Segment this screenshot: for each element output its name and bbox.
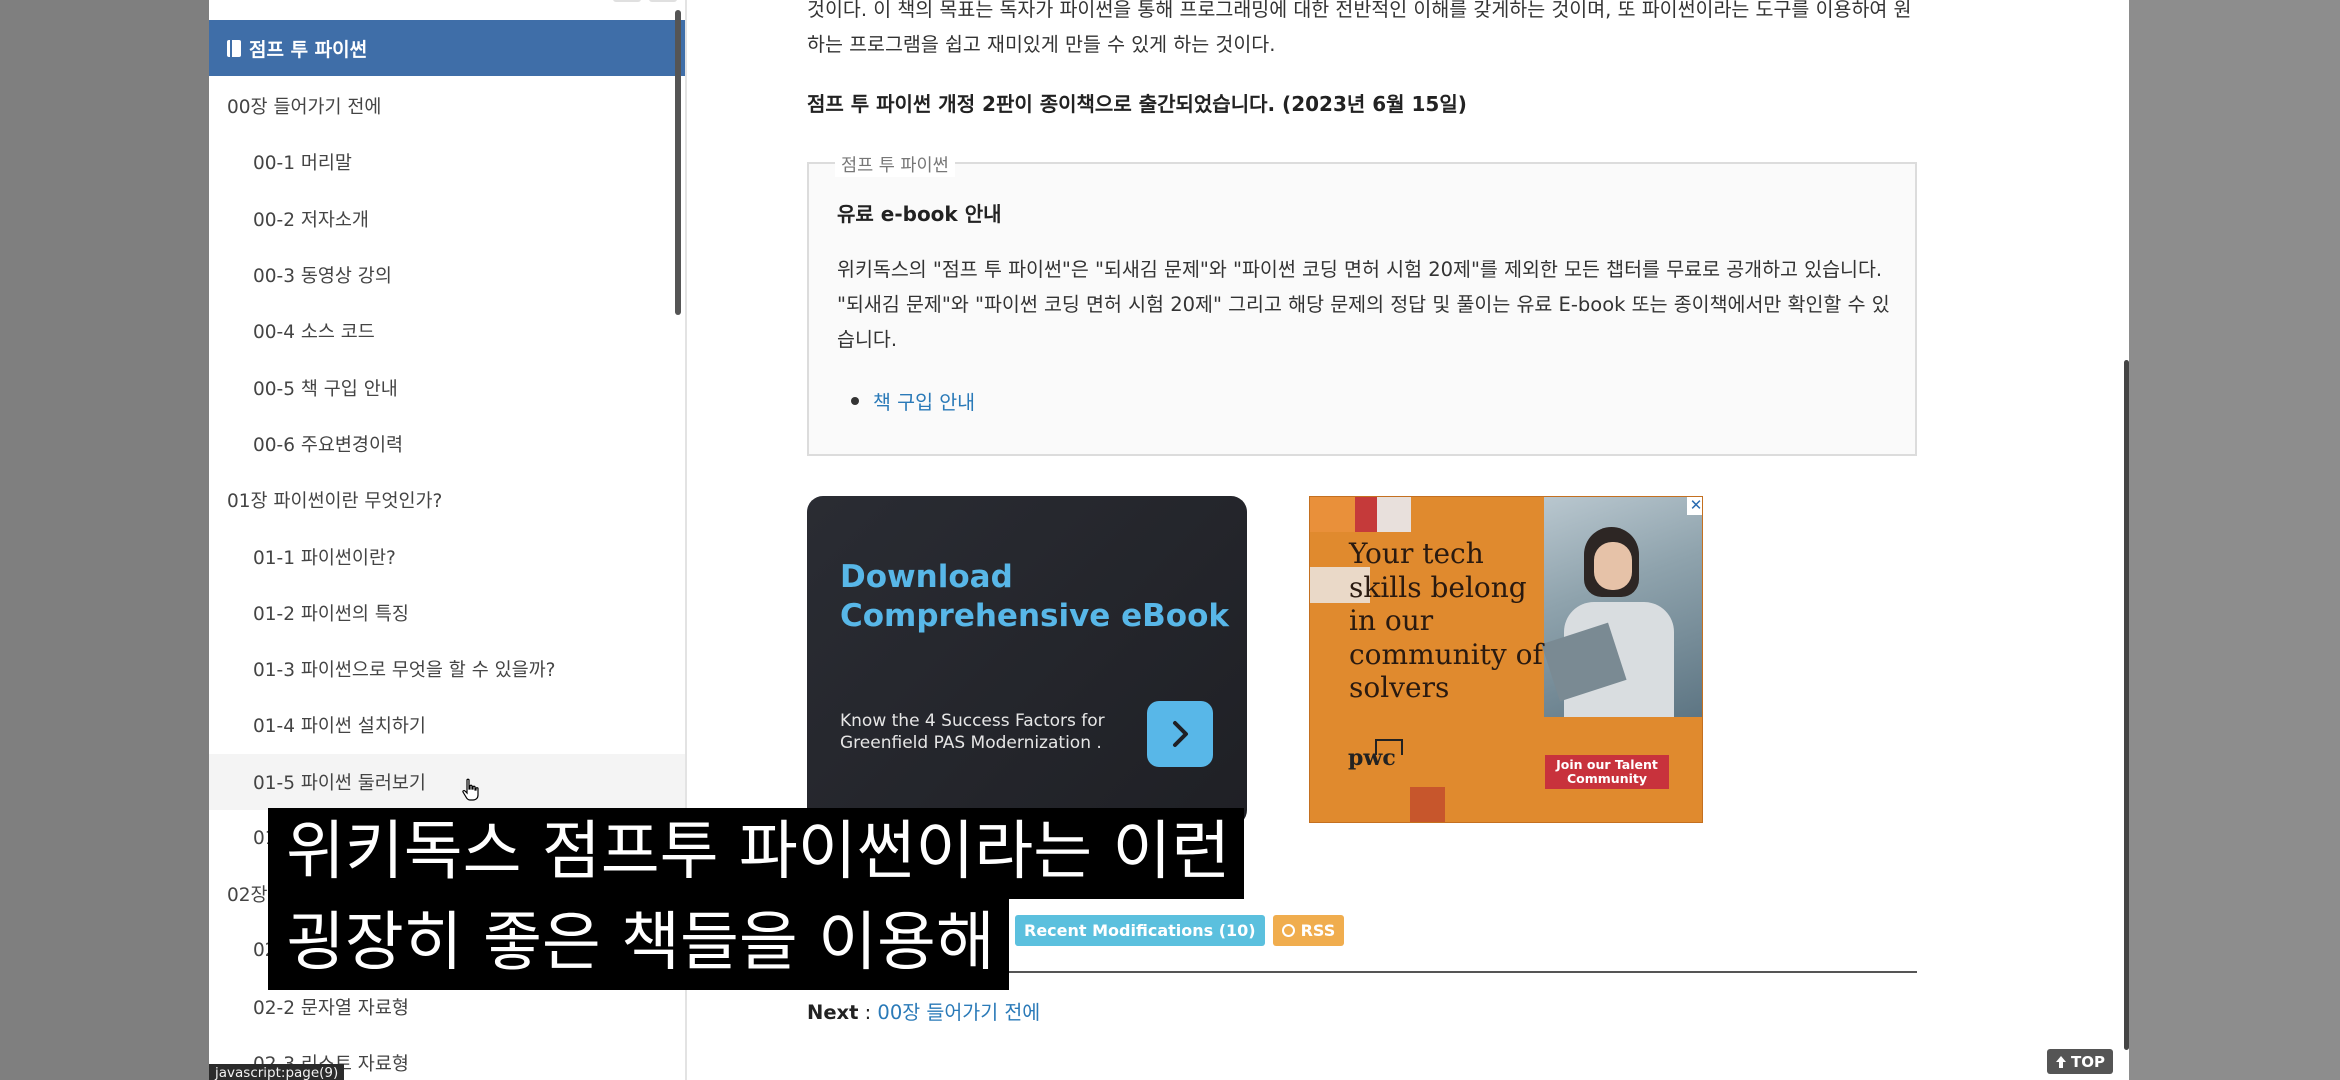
box-legend: 점프 투 파이썬 [835,152,955,177]
rss-badge[interactable]: RSS [1272,915,1345,946]
ad-arrow-button[interactable] [1147,701,1213,767]
video-subtitle: 위키독스 점프투 파이썬이라는 이런 굉장히 좋은 책들을 이용해 [268,808,1245,990]
toc-item[interactable]: 00-1 머리말 [209,134,685,190]
book-title-label: 점프 투 파이썬 [249,38,368,61]
hand-cursor-icon [462,778,479,801]
sidebar-top-buttons[interactable] [613,0,677,2]
pwc-logo: pwc [1348,745,1396,771]
clock-icon [1281,924,1295,937]
next-label: Next [807,1001,859,1024]
next-separator: : [858,1001,878,1024]
sidebar-scrollbar[interactable] [675,10,681,315]
ad-cta-button[interactable]: Join our Talent Community [1545,755,1669,789]
toc-item[interactable]: 01-2 파이썬의 특징 [209,585,685,641]
subtitle-line-2: 굉장히 좋은 책들을 이용해 [268,899,1009,990]
pwc-advertisement[interactable]: Your tech skills belong in our community… [1309,496,1703,823]
toc-item[interactable]: 00-2 저자소개 [209,191,685,247]
decor-square [1310,497,1355,532]
ad-subtitle: Know the 4 Success Factors for Greenfiel… [840,711,1105,753]
background-right [2129,0,2340,1080]
toc-item[interactable]: 00장 들어가기 전에 [209,78,685,134]
toc-item[interactable]: 00-4 소스 코드 [209,303,685,359]
ebook-notice-box: 점프 투 파이썬 유료 e-book 안내 위키독스의 "점프 투 파이썬"은 … [807,152,1917,456]
box-title: 유료 e-book 안내 [837,202,1002,226]
box-body: 위키독스의 "점프 투 파이썬"은 "되새김 문제"와 "파이썬 코딩 면허 시… [837,258,1890,351]
decor-square [1410,787,1445,822]
decor-square [1355,497,1377,532]
publication-notice: 점프 투 파이썬 개정 2판이 종이책으로 출간되었습니다. (2023년 6월… [807,92,1467,116]
subtitle-line-1: 위키독스 점프투 파이썬이라는 이런 [268,808,1245,899]
toc-item[interactable]: 01-4 파이썬 설치하기 [209,697,685,753]
toc-item[interactable]: 00-3 동영상 강의 [209,247,685,303]
bullet-icon [851,396,859,405]
ebook-advertisement[interactable]: Download Comprehensive eBook Know the 4 … [807,496,1247,826]
toc-item[interactable]: 01-1 파이썬이란? [209,528,685,584]
toc-item[interactable]: 01-3 파이썬으로 무엇을 할 수 있을까? [209,641,685,697]
chevron-right-icon [1173,721,1188,747]
decor-square [1377,497,1411,532]
toc-item[interactable]: 00-6 주요변경이력 [209,416,685,472]
book-icon [227,39,241,57]
toc-item[interactable]: 01장 파이썬이란 무엇인가? [209,472,685,528]
ad-headline: Your tech skills belong in our community… [1349,537,1543,704]
status-bar-url: javascript:page(9) [209,1064,345,1080]
ad-close-icon[interactable]: ✕ [1687,497,1702,515]
ad-photo-woman [1541,497,1702,717]
next-link[interactable]: 00장 들어가기 전에 [877,1001,1040,1024]
top-label: TOP [2071,1052,2105,1071]
ad-title: Download Comprehensive eBook [840,559,1229,634]
sidebar-book-title[interactable]: 점프 투 파이썬 [209,20,685,76]
intro-paragraph: 것이다. 이 책의 목표는 독자가 파이썬을 통해 프로그래밍에 대한 전반적인… [807,0,1912,56]
rss-label: RSS [1300,921,1336,940]
next-navigation: Next : 00장 들어가기 전에 [807,996,1040,1025]
buy-book-link[interactable]: 책 구입 안내 [873,386,975,415]
toc-item[interactable]: 00-5 책 구입 안내 [209,359,685,415]
buy-book-list-item: 책 구입 안내 [837,386,975,415]
background-left [0,0,209,1080]
arrow-up-icon [2056,1055,2066,1068]
page-scrollbar[interactable] [2124,360,2129,1050]
scroll-top-button[interactable]: TOP [2047,1049,2113,1074]
toc-item-hovered[interactable]: 01-5 파이썬 둘러보기 [209,753,685,810]
